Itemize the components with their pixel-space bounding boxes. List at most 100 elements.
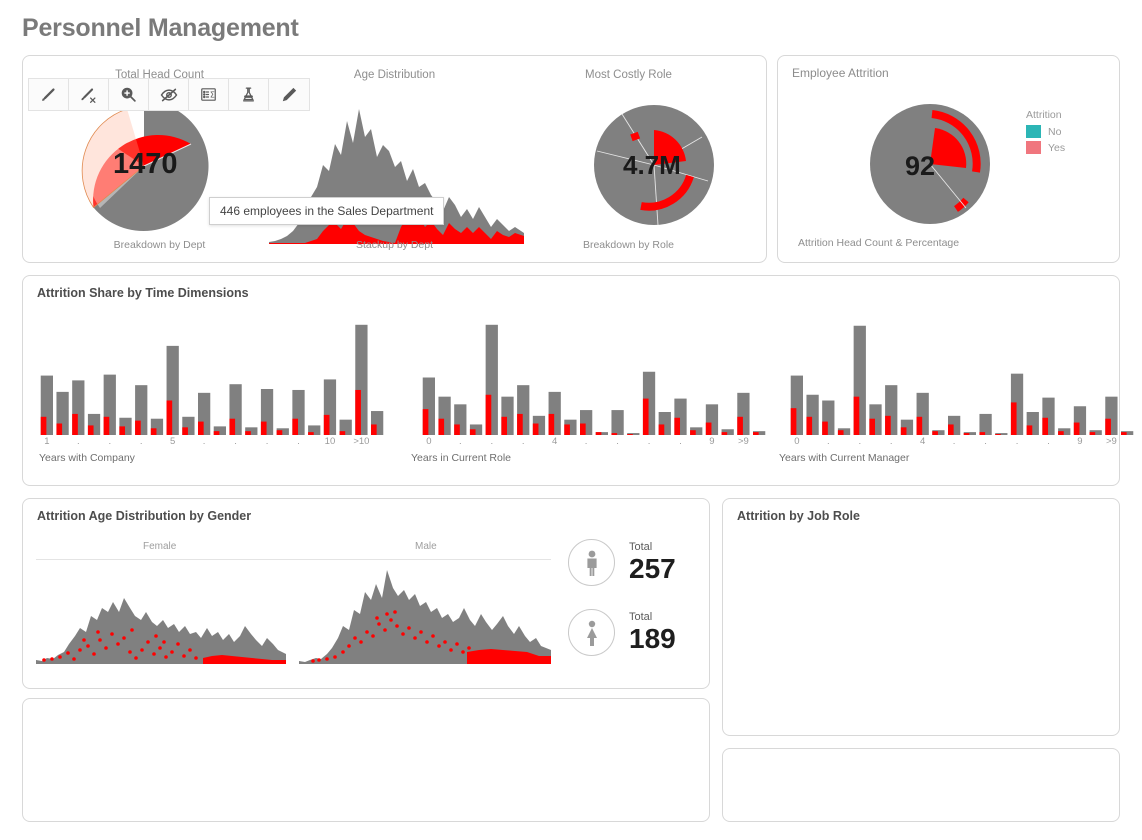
bar-attrition[interactable] — [438, 418, 445, 435]
sum-list-icon[interactable]: Σ — [189, 79, 229, 110]
bar-attrition[interactable] — [721, 432, 728, 435]
bar-attrition[interactable] — [1026, 425, 1033, 435]
gender-divider — [36, 559, 551, 560]
bar-attrition[interactable] — [753, 432, 759, 435]
legend-label-no: No — [1048, 125, 1062, 138]
bar-attrition[interactable] — [737, 416, 743, 435]
employee-attrition-caption: Attrition Head Count & Percentage — [798, 237, 960, 249]
bar-attrition[interactable] — [260, 421, 267, 435]
bar-attrition[interactable] — [595, 432, 602, 435]
bar-attrition[interactable] — [72, 413, 78, 435]
bar-attrition[interactable] — [371, 424, 377, 435]
eye-slash-icon[interactable] — [149, 79, 189, 110]
bar-attrition[interactable] — [150, 428, 157, 435]
bar-attrition[interactable] — [198, 421, 204, 435]
female-age-area[interactable] — [36, 564, 286, 664]
bar-attrition[interactable] — [308, 432, 314, 435]
zoom-in-icon[interactable] — [109, 79, 149, 110]
bar-attrition[interactable] — [339, 431, 346, 435]
bar-attrition[interactable] — [548, 413, 555, 435]
bar-chart-years-in-current-role[interactable] — [421, 320, 767, 435]
bar-attrition[interactable] — [790, 408, 797, 435]
bar-attrition[interactable] — [532, 423, 539, 436]
axis-tick: 1 — [44, 436, 50, 447]
bar-attrition[interactable] — [1058, 431, 1064, 435]
bar-attrition[interactable] — [932, 431, 938, 435]
axis-tick: . — [826, 436, 830, 447]
bar-attrition[interactable] — [1042, 417, 1049, 435]
bar-chart-years-with-current-manager[interactable] — [789, 320, 1135, 435]
bar-total[interactable] — [611, 410, 624, 435]
bar-attrition[interactable] — [580, 423, 586, 436]
bar-attrition[interactable] — [642, 398, 649, 435]
axis-tick: . — [1047, 436, 1050, 447]
chart-toolbar[interactable]: Σ — [28, 78, 310, 111]
bar-attrition[interactable] — [916, 416, 923, 435]
bar-attrition[interactable] — [690, 430, 696, 435]
bar-attrition[interactable] — [245, 431, 251, 435]
bar-attrition[interactable] — [87, 425, 94, 435]
paintbrush-clear-icon[interactable] — [69, 79, 109, 110]
bar-attrition[interactable] — [869, 418, 876, 435]
bar-attrition[interactable] — [213, 431, 220, 435]
bar-attrition[interactable] — [292, 418, 299, 435]
bar-attrition[interactable] — [355, 389, 361, 435]
bar-attrition[interactable] — [837, 430, 844, 435]
bar-attrition[interactable] — [1073, 422, 1080, 435]
bar-attrition[interactable] — [166, 400, 173, 436]
bar-attrition[interactable] — [276, 430, 283, 435]
bar-attrition[interactable] — [674, 417, 681, 435]
total-female: Total 189 — [568, 609, 676, 656]
axis-tick: 10 — [324, 436, 336, 447]
bar-total[interactable] — [979, 413, 992, 435]
bar-attrition[interactable] — [103, 416, 110, 435]
flask-icon[interactable] — [229, 79, 269, 110]
bar-attrition[interactable] — [517, 413, 523, 435]
axis-tick: . — [490, 436, 494, 447]
legend-item-yes[interactable]: Yes — [1026, 141, 1065, 154]
bar-attrition[interactable] — [1105, 418, 1111, 435]
bar-attrition[interactable] — [963, 433, 970, 435]
job-role-title: Attrition by Job Role — [737, 509, 860, 523]
bar-attrition[interactable] — [135, 420, 141, 435]
bar-chart-years-with-company[interactable] — [39, 320, 385, 435]
bar-attrition[interactable] — [469, 429, 476, 435]
bar-attrition[interactable] — [948, 424, 954, 435]
pencil-icon[interactable] — [269, 79, 309, 110]
bar-attrition[interactable] — [56, 423, 63, 436]
bar-attrition[interactable] — [658, 424, 665, 435]
bar-attrition[interactable] — [485, 394, 492, 435]
axis-tick: 5 — [170, 436, 176, 447]
bar-attrition[interactable] — [564, 424, 570, 435]
bar-attrition[interactable] — [229, 418, 236, 435]
axis-tick: . — [139, 436, 143, 447]
bar-attrition[interactable] — [705, 422, 712, 435]
bar-attrition[interactable] — [806, 416, 813, 435]
bar-attrition[interactable] — [822, 421, 828, 435]
paintbrush-icon[interactable] — [29, 79, 69, 110]
bar-attrition[interactable] — [119, 426, 126, 435]
axis-tick: >9 — [1105, 436, 1117, 447]
bar-attrition[interactable] — [853, 396, 860, 435]
male-age-area[interactable] — [299, 564, 551, 664]
bar-attrition[interactable] — [40, 416, 47, 435]
bar-attrition[interactable] — [995, 434, 1001, 435]
bar-attrition[interactable] — [979, 432, 986, 435]
bar-attrition[interactable] — [422, 409, 429, 435]
bar-attrition[interactable] — [611, 433, 618, 435]
bar-attrition[interactable] — [1089, 432, 1096, 435]
axis-tick: . — [76, 436, 80, 447]
bar-attrition[interactable] — [627, 434, 633, 435]
bar-attrition[interactable] — [900, 427, 907, 435]
bar-attrition[interactable] — [454, 424, 460, 435]
bar-attrition[interactable] — [323, 414, 330, 435]
bar-attrition[interactable] — [885, 415, 891, 435]
bar-attrition[interactable] — [1010, 402, 1017, 435]
ticks-years-with-current-manager: 0... 4.... 9 >9 — [789, 436, 1135, 448]
axis-tick: . — [297, 436, 300, 447]
bar-attrition[interactable] — [182, 427, 188, 435]
bar-attrition[interactable] — [501, 416, 508, 435]
bar-attrition[interactable] — [1121, 432, 1127, 435]
legend-item-no[interactable]: No — [1026, 125, 1065, 138]
axis-tick: . — [952, 436, 956, 447]
